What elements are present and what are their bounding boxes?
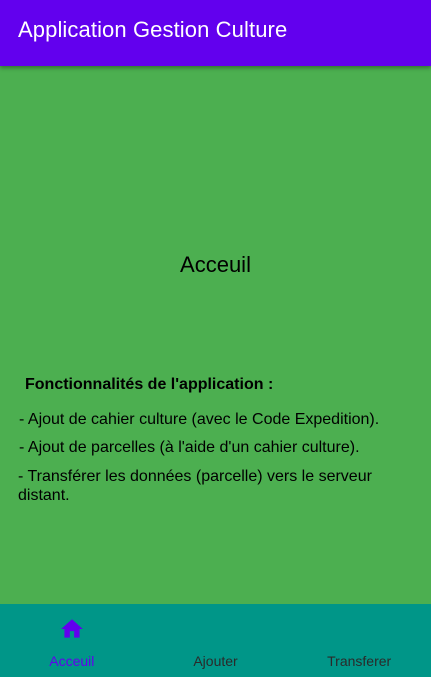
feature-item-add-parcels: - Ajout de parcelles (à l'aide d'un cahi… (19, 439, 360, 456)
nav-item-acceuil[interactable]: Acceuil (0, 604, 144, 677)
feature-item-transfer-data: - Transférer les données (parcelle) vers… (18, 468, 372, 504)
bottom-navigation: Acceuil Ajouter Transferer (0, 604, 431, 677)
nav-label-transferer: Transferer (327, 653, 392, 669)
nav-item-ajouter[interactable]: Ajouter (144, 604, 288, 677)
page-title: Acceuil (180, 252, 251, 277)
nav-label-acceuil: Acceuil (49, 653, 95, 669)
nav-item-transferer[interactable]: Transferer (287, 604, 431, 677)
app-title: Application Gestion Culture (18, 17, 288, 42)
app-bar: Application Gestion Culture (0, 0, 431, 66)
home-icon (60, 619, 83, 638)
main-content: Acceuil Fonctionnalités de l'application… (0, 66, 431, 604)
features-heading: Fonctionnalités de l'application : (25, 376, 274, 393)
nav-label-ajouter: Ajouter (193, 653, 238, 669)
feature-item-add-notebook: - Ajout de cahier culture (avec le Code … (19, 411, 380, 428)
